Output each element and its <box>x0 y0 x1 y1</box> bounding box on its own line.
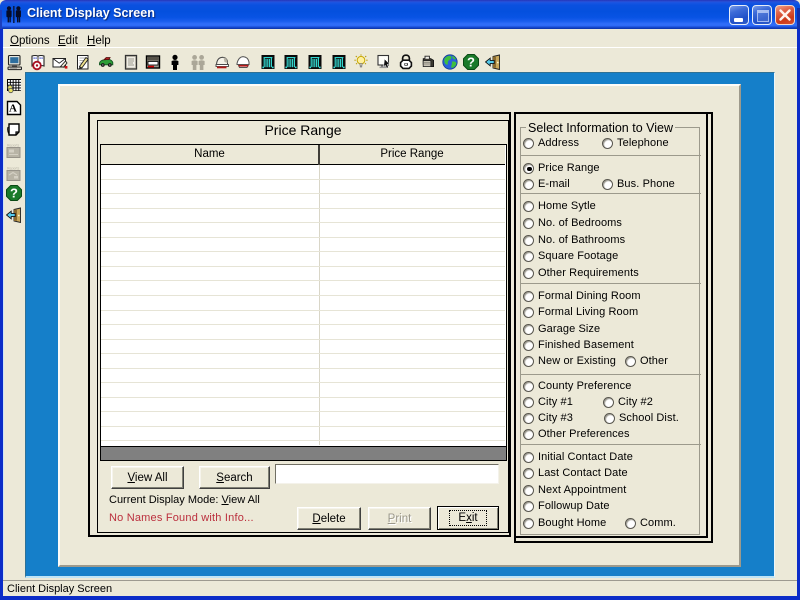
svg-text:?: ? <box>467 55 475 70</box>
svg-text:A: A <box>9 103 17 115</box>
svg-text:Reports: Reports <box>7 144 20 148</box>
svg-text:Reports: Reports <box>7 167 20 171</box>
svg-text:?: ? <box>10 186 18 201</box>
